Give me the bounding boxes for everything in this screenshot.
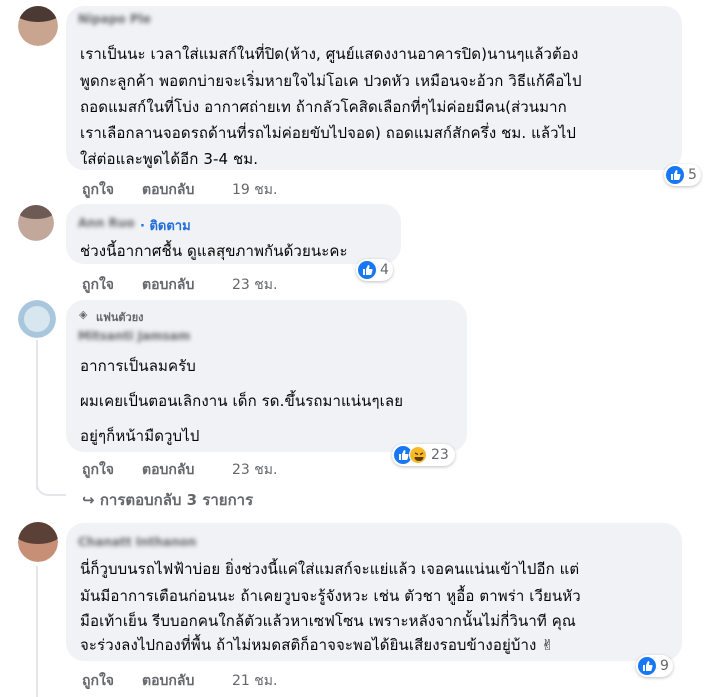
avatar[interactable] bbox=[18, 6, 58, 46]
comment-author[interactable]: Nipapo Ple bbox=[78, 12, 151, 26]
comment-text-line: อยู่ๆก็หน้ามืดวูบไป bbox=[80, 427, 200, 445]
comment-text-line: มือเท้าเย็น รีบบอกคนใกล้ตัวแล้วหาเซฟโซน … bbox=[80, 612, 576, 630]
reaction-summary[interactable]: 4 bbox=[356, 259, 393, 281]
reply-button[interactable]: ตอบกลับ bbox=[142, 179, 194, 201]
comment-author[interactable]: Ann Ruo bbox=[78, 216, 135, 230]
like-button[interactable]: ถูกใจ bbox=[82, 274, 114, 296]
like-button[interactable]: ถูกใจ bbox=[82, 670, 114, 692]
like-reaction-icon bbox=[666, 166, 684, 184]
like-reaction-icon bbox=[638, 657, 656, 675]
reaction-summary[interactable]: 23 bbox=[392, 444, 455, 466]
reaction-count: 23 bbox=[431, 447, 449, 463]
view-replies-link[interactable]: ↪ การตอบกลับ 3 รายการ bbox=[82, 488, 253, 512]
thread-line bbox=[36, 566, 38, 697]
comment-bubble: Chanatt Inthanon นี่ก็วูบบนรถไฟฟ้าบ่อย ย… bbox=[66, 523, 682, 661]
like-button[interactable]: ถูกใจ bbox=[82, 459, 114, 481]
reaction-count: 9 bbox=[660, 658, 669, 674]
comment-text-line: ถอดแมสก์ในที่โบ่ง อากาศถ่ายเท ถ้ากลัวโคส… bbox=[80, 98, 567, 116]
comment-timestamp[interactable]: 23 ชม. bbox=[232, 274, 277, 296]
follow-link[interactable]: · ติดตาม bbox=[140, 215, 191, 236]
avatar[interactable] bbox=[18, 205, 54, 241]
comment-text-line: เราเป็นนะ เวลาใส่แมสก์ในที่ปิด(ห้าง, ศูน… bbox=[80, 45, 579, 63]
comment-text-line: พูดกะลูกค้า พอตกบ่ายจะเริ่มหายใจไม่โอเค … bbox=[80, 72, 582, 90]
like-button[interactable]: ถูกใจ bbox=[82, 179, 114, 201]
comment-bubble: Ann Ruo · ติดตาม ช่วงนี้อากาศชื้น ดูแลสุ… bbox=[66, 204, 401, 264]
comment-text-line: มันมีอาการเตือนก่อนนะ ถ้าเคยวูบจะรู้จังห… bbox=[80, 587, 581, 605]
comment-bubble: Nipapo Ple เราเป็นนะ เวลาใส่แมสก์ในที่ปิ… bbox=[66, 6, 682, 170]
reply-button[interactable]: ตอบกลับ bbox=[142, 459, 194, 481]
reaction-summary[interactable]: 9 bbox=[636, 655, 673, 677]
comment-text-line: จะร่วงลงไปกองที่พื้น ถ้าไม่หมดสติก็อาจจะ… bbox=[80, 636, 554, 654]
reaction-summary[interactable]: 5 bbox=[664, 164, 701, 186]
reply-button[interactable]: ตอบกลับ bbox=[142, 670, 194, 692]
reaction-count: 5 bbox=[688, 167, 697, 183]
comment-text-line: ผมเคยเป็นตอนเลิกงาน เด็ก รด.ขึ้นรถมาแน่น… bbox=[80, 392, 404, 410]
diamond-icon: ◈ bbox=[79, 308, 88, 321]
comment-author[interactable]: Mitsanti Jamsam bbox=[78, 329, 190, 343]
top-fan-badge: แฟนตัวยง bbox=[96, 311, 144, 324]
comment-author[interactable]: Chanatt Inthanon bbox=[78, 535, 196, 549]
comment-text-line: เราเลือกลานจอดรถด้านที่รถไม่ค่อยขับไปจอด… bbox=[80, 124, 576, 142]
comment-text-line: ใส่ต่อและพูดได้อีก 3-4 ชม. bbox=[80, 150, 259, 168]
like-reaction-icon bbox=[358, 261, 376, 279]
avatar[interactable] bbox=[18, 522, 58, 562]
reply-thread-line bbox=[36, 340, 38, 490]
reply-arrow-icon: ↪ bbox=[82, 491, 95, 509]
comment-text-line: อาการเป็นลมครับ bbox=[80, 357, 196, 375]
reaction-count: 4 bbox=[380, 262, 389, 278]
comment-timestamp[interactable]: 23 ชม. bbox=[232, 459, 277, 481]
haha-reaction-icon bbox=[409, 446, 427, 464]
comment-timestamp[interactable]: 21 ชม. bbox=[232, 670, 277, 692]
comment-text-line: นี่ก็วูบบนรถไฟฟ้าบ่อย ยิ่งช่วงนี้แค่ใส่แ… bbox=[80, 560, 580, 578]
reply-thread-curve bbox=[36, 470, 66, 496]
comment-text-line: ช่วงนี้อากาศชื้น ดูแลสุขภาพกันด้วยนะคะ bbox=[80, 242, 348, 260]
comment-bubble: ◈ แฟนตัวยง Mitsanti Jamsam อาการเป็นลมคร… bbox=[66, 300, 467, 452]
avatar[interactable] bbox=[18, 300, 56, 338]
reply-button[interactable]: ตอบกลับ bbox=[142, 274, 194, 296]
comment-timestamp[interactable]: 19 ชม. bbox=[232, 179, 277, 201]
